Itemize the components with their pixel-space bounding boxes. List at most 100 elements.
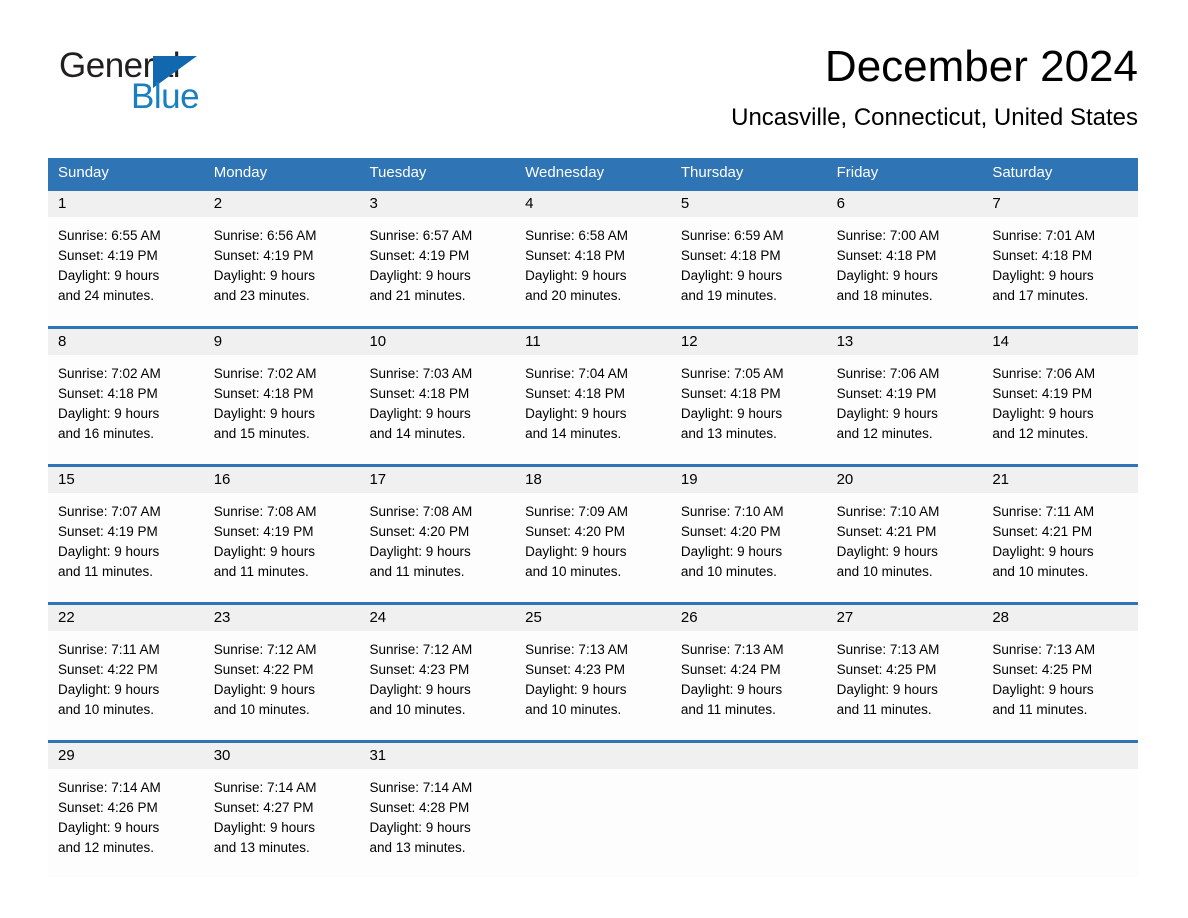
sunset-text: Sunset: 4:25 PM bbox=[836, 662, 937, 677]
daylight-text-line2: and 10 minutes. bbox=[992, 564, 1089, 579]
day-cell[interactable]: Sunrise: 6:55 AM Sunset: 4:19 PM Dayligh… bbox=[48, 217, 204, 326]
daylight-text-line2: and 23 minutes. bbox=[213, 288, 310, 303]
logo-text-blue: Blue bbox=[131, 77, 200, 116]
daylight-text-line1: Daylight: 9 hours bbox=[369, 820, 471, 835]
day-cell[interactable]: Sunrise: 7:06 AM Sunset: 4:19 PM Dayligh… bbox=[982, 355, 1138, 464]
day-number: 9 bbox=[213, 333, 223, 350]
sunrise-text: Sunrise: 6:57 AM bbox=[369, 228, 473, 243]
page-header: General Blue December 2024 Uncasville, C… bbox=[0, 0, 1188, 131]
weekday-header-saturday: Saturday bbox=[992, 164, 1053, 181]
daylight-text-line2: and 15 minutes. bbox=[213, 426, 310, 441]
day-cell[interactable]: Sunrise: 7:14 AM Sunset: 4:27 PM Dayligh… bbox=[204, 769, 360, 877]
day-cell[interactable]: Sunrise: 7:08 AM Sunset: 4:19 PM Dayligh… bbox=[204, 493, 360, 602]
day-cell[interactable]: Sunrise: 7:14 AM Sunset: 4:26 PM Dayligh… bbox=[48, 769, 204, 877]
sunrise-text: Sunrise: 7:02 AM bbox=[58, 366, 161, 381]
week-date-band: 1 2 3 4 5 6 7 bbox=[48, 191, 1138, 217]
daylight-text-line2: and 12 minutes. bbox=[58, 840, 155, 855]
day-number: 2 bbox=[213, 195, 223, 212]
sunset-text: Sunset: 4:20 PM bbox=[369, 524, 470, 539]
sunrise-text: Sunrise: 7:08 AM bbox=[369, 504, 473, 519]
day-number: 28 bbox=[992, 609, 1009, 626]
daylight-text-line2: and 10 minutes. bbox=[213, 702, 310, 717]
day-cell[interactable]: Sunrise: 7:10 AM Sunset: 4:20 PM Dayligh… bbox=[671, 493, 827, 602]
day-cell[interactable]: Sunrise: 7:13 AM Sunset: 4:24 PM Dayligh… bbox=[671, 631, 827, 740]
daylight-text-line2: and 11 minutes. bbox=[369, 564, 465, 579]
day-cell[interactable]: Sunrise: 7:13 AM Sunset: 4:23 PM Dayligh… bbox=[515, 631, 671, 740]
daylight-text-line2: and 10 minutes. bbox=[58, 702, 155, 717]
week-date-band: 8 9 10 11 12 13 14 bbox=[48, 329, 1138, 355]
sunset-text: Sunset: 4:19 PM bbox=[213, 524, 314, 539]
day-number: 23 bbox=[213, 609, 231, 626]
day-number: 26 bbox=[680, 609, 698, 626]
sunrise-text: Sunrise: 7:13 AM bbox=[836, 642, 940, 657]
daylight-text-line1: Daylight: 9 hours bbox=[836, 682, 938, 697]
page-subtitle-location: Uncasville, Connecticut, United States bbox=[731, 104, 1138, 132]
week-content-row: Sunrise: 7:07 AM Sunset: 4:19 PM Dayligh… bbox=[48, 493, 1138, 602]
day-cell[interactable]: Sunrise: 7:02 AM Sunset: 4:18 PM Dayligh… bbox=[48, 355, 204, 464]
day-cell[interactable]: Sunrise: 7:10 AM Sunset: 4:21 PM Dayligh… bbox=[827, 493, 983, 602]
daylight-text-line2: and 17 minutes. bbox=[992, 288, 1089, 303]
daylight-text-line2: and 14 minutes. bbox=[369, 426, 466, 441]
day-number: 13 bbox=[836, 333, 854, 350]
day-cell[interactable]: Sunrise: 6:57 AM Sunset: 4:19 PM Dayligh… bbox=[359, 217, 515, 326]
day-cell[interactable]: Sunrise: 7:08 AM Sunset: 4:20 PM Dayligh… bbox=[359, 493, 515, 602]
day-number: 7 bbox=[992, 195, 1001, 212]
day-cell[interactable]: Sunrise: 7:00 AM Sunset: 4:18 PM Dayligh… bbox=[827, 217, 983, 326]
general-blue-logo[interactable]: General Blue bbox=[59, 48, 259, 118]
day-cell[interactable]: Sunrise: 6:59 AM Sunset: 4:18 PM Dayligh… bbox=[671, 217, 827, 326]
daylight-text-line2: and 18 minutes. bbox=[836, 288, 933, 303]
day-cell[interactable]: Sunrise: 7:11 AM Sunset: 4:21 PM Dayligh… bbox=[982, 493, 1138, 602]
calendar-week-row: 8 9 10 11 12 13 14 Sunrise: 7:02 AM Suns… bbox=[48, 326, 1138, 464]
day-cell[interactable]: Sunrise: 7:02 AM Sunset: 4:18 PM Dayligh… bbox=[204, 355, 360, 464]
daylight-text-line1: Daylight: 9 hours bbox=[992, 682, 1094, 697]
day-cell[interactable]: Sunrise: 7:12 AM Sunset: 4:23 PM Dayligh… bbox=[359, 631, 515, 740]
sunset-text: Sunset: 4:18 PM bbox=[525, 386, 625, 401]
sunrise-text: Sunrise: 7:10 AM bbox=[680, 504, 784, 519]
daylight-text-line1: Daylight: 9 hours bbox=[992, 268, 1094, 283]
sunrise-text: Sunrise: 7:00 AM bbox=[836, 228, 940, 243]
day-number-empty bbox=[982, 743, 1138, 769]
day-cell[interactable]: Sunrise: 7:04 AM Sunset: 4:18 PM Dayligh… bbox=[515, 355, 671, 464]
day-number: 29 bbox=[58, 747, 75, 764]
sunset-text: Sunset: 4:24 PM bbox=[680, 662, 781, 677]
day-number: 20 bbox=[836, 471, 854, 488]
sunset-text: Sunset: 4:22 PM bbox=[58, 662, 158, 677]
day-cell[interactable]: Sunrise: 7:03 AM Sunset: 4:18 PM Dayligh… bbox=[359, 355, 515, 464]
weekday-header-thursday: Thursday bbox=[680, 164, 744, 181]
day-cell[interactable]: Sunrise: 7:09 AM Sunset: 4:20 PM Dayligh… bbox=[515, 493, 671, 602]
day-cell[interactable]: Sunrise: 6:56 AM Sunset: 4:19 PM Dayligh… bbox=[204, 217, 360, 326]
daylight-text-line1: Daylight: 9 hours bbox=[525, 268, 627, 283]
day-number: 16 bbox=[213, 471, 231, 488]
day-cell-empty bbox=[827, 769, 983, 877]
day-cell[interactable]: Sunrise: 6:58 AM Sunset: 4:18 PM Dayligh… bbox=[515, 217, 671, 326]
sunrise-text: Sunrise: 7:06 AM bbox=[836, 366, 940, 381]
sunrise-text: Sunrise: 7:12 AM bbox=[369, 642, 473, 657]
sunrise-text: Sunrise: 7:01 AM bbox=[992, 228, 1096, 243]
daylight-text-line1: Daylight: 9 hours bbox=[992, 544, 1094, 559]
weekday-header-tuesday: Tuesday bbox=[369, 164, 427, 181]
sunrise-text: Sunrise: 7:10 AM bbox=[836, 504, 940, 519]
day-cell[interactable]: Sunrise: 7:12 AM Sunset: 4:22 PM Dayligh… bbox=[204, 631, 360, 740]
daylight-text-line1: Daylight: 9 hours bbox=[213, 406, 316, 421]
day-cell[interactable]: Sunrise: 7:13 AM Sunset: 4:25 PM Dayligh… bbox=[982, 631, 1138, 740]
day-cell[interactable]: Sunrise: 7:01 AM Sunset: 4:18 PM Dayligh… bbox=[982, 217, 1138, 326]
sunset-text: Sunset: 4:19 PM bbox=[213, 248, 314, 263]
sunrise-text: Sunrise: 7:05 AM bbox=[680, 366, 784, 381]
day-cell[interactable]: Sunrise: 7:07 AM Sunset: 4:19 PM Dayligh… bbox=[48, 493, 204, 602]
day-cell[interactable]: Sunrise: 7:06 AM Sunset: 4:19 PM Dayligh… bbox=[827, 355, 983, 464]
day-number: 10 bbox=[369, 333, 387, 350]
day-cell[interactable]: Sunrise: 7:05 AM Sunset: 4:18 PM Dayligh… bbox=[671, 355, 827, 464]
calendar-week-row: 29 30 31 Sunrise: 7:14 AM Sunset: 4:26 P… bbox=[48, 740, 1138, 877]
day-number: 18 bbox=[525, 471, 542, 488]
daylight-text-line1: Daylight: 9 hours bbox=[680, 682, 783, 697]
day-cell[interactable]: Sunrise: 7:11 AM Sunset: 4:22 PM Dayligh… bbox=[48, 631, 204, 740]
day-cell[interactable]: Sunrise: 7:13 AM Sunset: 4:25 PM Dayligh… bbox=[827, 631, 983, 740]
day-cell[interactable]: Sunrise: 7:14 AM Sunset: 4:28 PM Dayligh… bbox=[359, 769, 515, 877]
sunset-text: Sunset: 4:18 PM bbox=[680, 386, 781, 401]
daylight-text-line1: Daylight: 9 hours bbox=[369, 682, 471, 697]
calendar-week-row: 1 2 3 4 5 6 7 Sunrise: 6:55 AM Sunset: 4… bbox=[48, 188, 1138, 326]
sunset-text: Sunset: 4:18 PM bbox=[992, 248, 1093, 263]
daylight-text-line2: and 10 minutes. bbox=[525, 564, 622, 579]
daylight-text-line2: and 19 minutes. bbox=[680, 288, 777, 303]
calendar-grid: Sunday Monday Tuesday Wednesday Thursday… bbox=[48, 158, 1138, 877]
